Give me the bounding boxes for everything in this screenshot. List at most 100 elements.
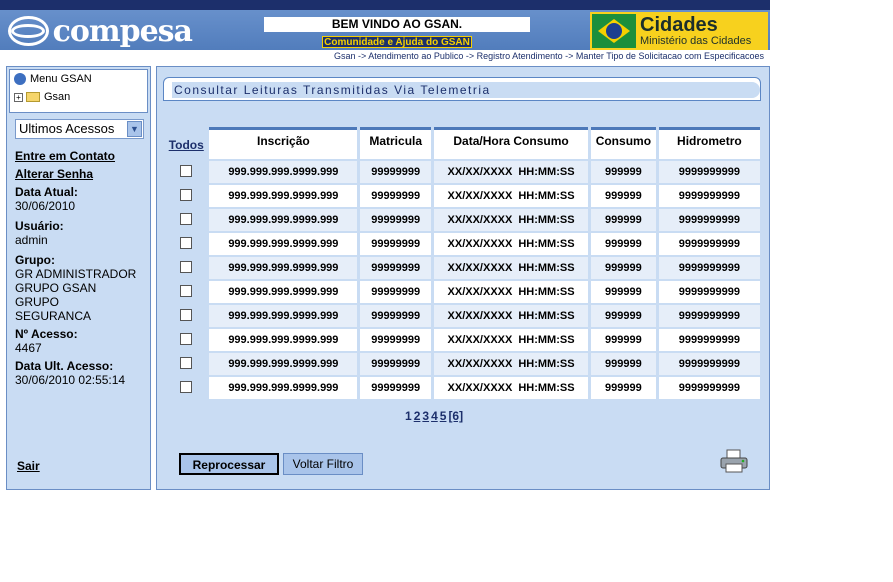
row-checkbox[interactable] [180, 380, 193, 393]
cell-consumo: 999999 [590, 209, 656, 231]
recent-access-value: Ultimos Acessos [19, 121, 115, 136]
menu-title-row[interactable]: Menu GSAN [10, 70, 147, 88]
row-checkbox[interactable] [180, 236, 193, 249]
readings-table: Todos Inscrição Matricula Data/Hora Cons… [163, 125, 763, 401]
cell-datahora: XX/XX/XXXX HH:MM:SS [434, 161, 588, 183]
row-checkbox-cell [166, 281, 207, 303]
row-checkbox[interactable] [180, 356, 193, 369]
cell-consumo: 999999 [590, 257, 656, 279]
printer-icon[interactable] [719, 449, 749, 473]
user-label: Usuário: [15, 219, 64, 233]
table-row: 999.999.999.9999.999 99999999 XX/XX/XXXX HH… [166, 233, 760, 255]
table-row: 999.999.999.9999.999 99999999 XX/XX/XXXX HH… [166, 161, 760, 183]
cell-consumo: 999999 [590, 233, 656, 255]
cell-hidrometro: 9999999999 [658, 377, 760, 399]
page-title: Consultar Leituras Transmitidas Via Tele… [172, 82, 760, 98]
cell-data: XX/XX/XXXX [447, 214, 513, 226]
cell-inscricao: 999.999.999.9999.999 [209, 377, 358, 399]
cell-matricula: 99999999 [360, 161, 432, 183]
row-checkbox[interactable] [180, 332, 193, 345]
user-info-panel: Entre em Contato Alterar Senha Data Atua… [15, 149, 147, 479]
row-checkbox[interactable] [180, 164, 193, 177]
column-datahora: Data/Hora Consumo [434, 127, 588, 159]
cell-inscricao: 999.999.999.9999.999 [209, 257, 358, 279]
cell-matricula: 99999999 [360, 377, 432, 399]
cell-inscricao: 999.999.999.9999.999 [209, 329, 358, 351]
cell-matricula: 99999999 [360, 257, 432, 279]
cell-hora: HH:MM:SS [518, 190, 575, 202]
row-checkbox[interactable] [180, 308, 193, 321]
column-consumo: Consumo [590, 127, 656, 159]
row-checkbox-cell [166, 257, 207, 279]
select-all-link[interactable]: Todos [166, 127, 207, 159]
cell-consumo: 999999 [590, 353, 656, 375]
cell-datahora: XX/XX/XXXX HH:MM:SS [434, 257, 588, 279]
cidades-logo: Cidades Ministério das Cidades [590, 12, 768, 50]
folder-icon [26, 92, 40, 102]
expand-icon[interactable]: + [14, 92, 23, 102]
cell-consumo: 999999 [590, 377, 656, 399]
page-last[interactable]: [6] [448, 409, 463, 423]
menu-title: Menu GSAN [30, 73, 92, 85]
compesa-logo-icon [8, 16, 49, 46]
table-row: 999.999.999.9999.999 99999999 XX/XX/XXXX HH… [166, 353, 760, 375]
cell-data: XX/XX/XXXX [447, 190, 513, 202]
table-row: 999.999.999.9999.999 99999999 XX/XX/XXXX HH… [166, 377, 760, 399]
table-row: 999.999.999.9999.999 99999999 XX/XX/XXXX HH… [166, 281, 760, 303]
access-value: 4467 [15, 341, 42, 355]
page-3[interactable]: 3 [422, 409, 429, 423]
cell-datahora: XX/XX/XXXX HH:MM:SS [434, 209, 588, 231]
cell-inscricao: 999.999.999.9999.999 [209, 233, 358, 255]
column-hidrometro: Hidrometro [658, 127, 760, 159]
page-4[interactable]: 4 [431, 409, 438, 423]
page-5[interactable]: 5 [440, 409, 447, 423]
cell-datahora: XX/XX/XXXX HH:MM:SS [434, 329, 588, 351]
cell-data: XX/XX/XXXX [447, 382, 513, 394]
main-panel: Consultar Leituras Transmitidas Via Tele… [156, 66, 770, 490]
row-checkbox-cell [166, 305, 207, 327]
community-help-link[interactable]: Comunidade e Ajuda do GSAN [322, 36, 472, 48]
cell-inscricao: 999.999.999.9999.999 [209, 209, 358, 231]
row-checkbox-cell [166, 377, 207, 399]
row-checkbox-cell [166, 209, 207, 231]
cell-matricula: 99999999 [360, 305, 432, 327]
header-topbar [0, 0, 770, 10]
row-checkbox-cell [166, 161, 207, 183]
column-inscricao: Inscrição [209, 127, 358, 159]
cell-hora: HH:MM:SS [518, 166, 575, 178]
cell-data: XX/XX/XXXX [447, 358, 513, 370]
row-checkbox[interactable] [180, 188, 193, 201]
chevron-down-icon[interactable]: ▼ [127, 121, 142, 137]
cell-datahora: XX/XX/XXXX HH:MM:SS [434, 281, 588, 303]
cell-datahora: XX/XX/XXXX HH:MM:SS [434, 353, 588, 375]
row-checkbox[interactable] [180, 212, 193, 225]
cidades-title: Cidades [640, 13, 718, 36]
reprocess-button[interactable]: Reprocessar [179, 453, 279, 475]
cell-hora: HH:MM:SS [518, 238, 575, 250]
recent-access-select[interactable]: Ultimos Acessos ▼ [15, 119, 144, 139]
row-checkbox[interactable] [180, 284, 193, 297]
cell-data: XX/XX/XXXX [447, 310, 513, 322]
cidades-subtitle: Ministério das Cidades [640, 34, 752, 47]
contact-link[interactable]: Entre em Contato [15, 149, 147, 163]
back-filter-button[interactable]: Voltar Filtro [283, 453, 363, 475]
page-1[interactable]: 1 [405, 409, 412, 423]
cell-inscricao: 999.999.999.9999.999 [209, 305, 358, 327]
group-line: GR ADMINISTRADOR [15, 267, 137, 281]
cell-matricula: 99999999 [360, 233, 432, 255]
page-2[interactable]: 2 [414, 409, 421, 423]
row-checkbox-cell [166, 233, 207, 255]
cell-data: XX/XX/XXXX [447, 334, 513, 346]
row-checkbox-cell [166, 329, 207, 351]
cell-hidrometro: 9999999999 [658, 161, 760, 183]
date-label: Data Atual: [15, 185, 78, 199]
menu-item-gsan[interactable]: + Gsan [10, 88, 147, 106]
last-access-value: 30/06/2010 02:55:14 [15, 373, 126, 387]
cell-consumo: 999999 [590, 161, 656, 183]
row-checkbox[interactable] [180, 260, 193, 273]
cell-consumo: 999999 [590, 281, 656, 303]
group-line: GRUPO GSAN [15, 281, 97, 295]
change-password-link[interactable]: Alterar Senha [15, 167, 147, 181]
logout-link[interactable]: Sair [17, 459, 40, 473]
cell-hora: HH:MM:SS [518, 382, 575, 394]
